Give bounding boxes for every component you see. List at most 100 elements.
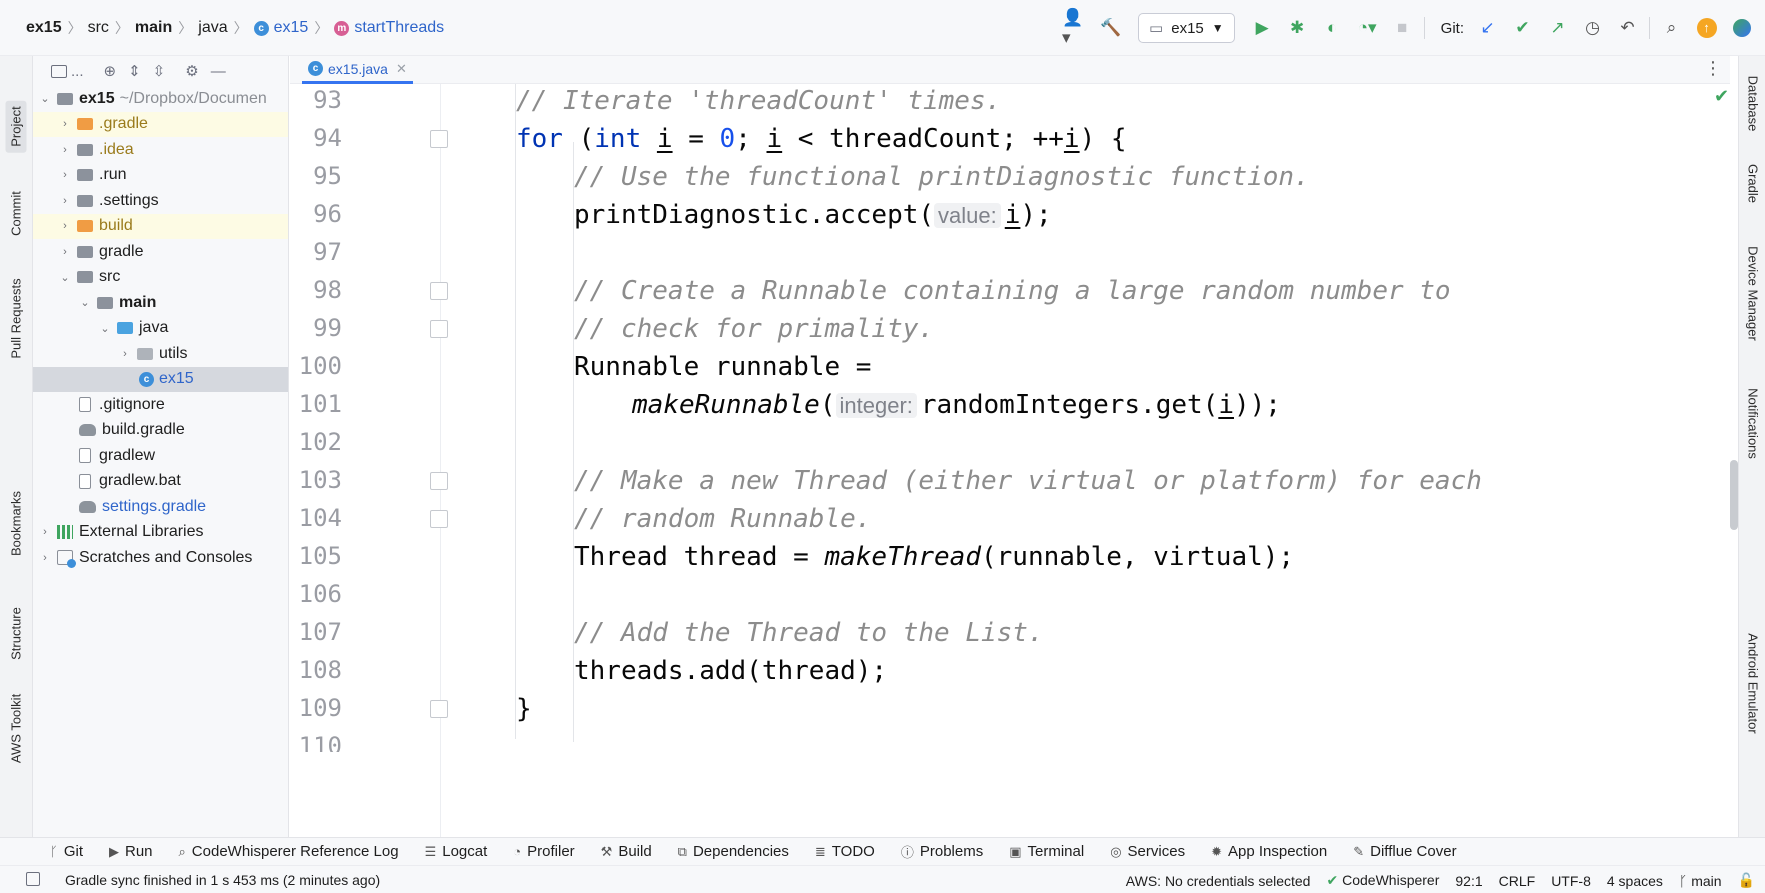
caret-position[interactable]: 92:1 [1455,873,1482,889]
tool-tab-database[interactable]: Database [1746,76,1761,132]
fold-marker-icon[interactable] [430,700,448,718]
close-icon[interactable]: ✕ [396,61,407,77]
chevron-down-icon[interactable]: ⌄ [39,92,51,105]
breadcrumb-item-class[interactable]: c ex15 [253,19,308,37]
git-push-icon[interactable]: ↗ [1544,15,1571,42]
tool-diffblue-cover[interactable]: ✎ Difflue Cover [1353,843,1456,860]
user-icon[interactable]: 👤▾ [1062,8,1089,47]
breadcrumb-item-java[interactable]: java [198,19,227,37]
chevron-right-icon[interactable]: › [59,118,71,130]
gear-icon[interactable]: ⚙ [185,62,198,80]
tree-item-settings[interactable]: › .settings [33,188,288,214]
breadcrumb-item-main[interactable]: main [135,19,172,37]
assistant-icon[interactable] [1728,15,1755,42]
tree-item-build-gradle[interactable]: build.gradle [33,418,288,444]
chevron-right-icon[interactable]: › [39,526,51,538]
tree-item-root[interactable]: ⌄ ex15 ~/Dropbox/Documen [33,86,288,112]
chevron-right-icon[interactable]: › [59,144,71,156]
breadcrumb-item-src[interactable]: src [88,19,109,37]
lock-icon[interactable]: 🔓 [1738,872,1755,889]
tool-tab-android-emulator[interactable]: Android Emulator [1746,633,1761,733]
tool-tab-commit[interactable]: Commit [9,191,24,236]
tool-tab-aws-toolkit[interactable]: AWS Toolkit [9,694,24,763]
tool-terminal[interactable]: ▣ Terminal [1009,843,1084,860]
chevron-right-icon[interactable]: › [59,220,71,232]
more-vertical-icon[interactable]: ⋮ [1704,58,1722,79]
file-encoding[interactable]: UTF-8 [1551,873,1591,889]
tool-tab-bookmarks[interactable]: Bookmarks [9,491,24,556]
build-hammer-icon[interactable]: 🔨 [1097,15,1124,42]
tree-item-src[interactable]: ⌄ src [33,265,288,291]
chevron-down-icon[interactable]: ⌄ [79,296,91,309]
tree-item-run[interactable]: › .run [33,163,288,189]
status-message[interactable]: Gradle sync finished in 1 s 453 ms (2 mi… [65,872,380,888]
update-icon[interactable]: ↑ [1693,15,1720,42]
history-icon[interactable]: ◷ [1579,15,1606,42]
run-configuration-selector[interactable]: ▭ ex15 ▼ [1138,13,1235,43]
tree-item-gradle[interactable]: › gradle [33,239,288,265]
tree-item-gradlew[interactable]: gradlew [33,443,288,469]
tool-codewhisperer-log[interactable]: ⌕ CodeWhisperer Reference Log [179,843,399,860]
tree-item-ex15-class[interactable]: c ex15 [33,366,288,392]
chevron-right-icon[interactable]: › [39,552,51,564]
aws-credentials-status[interactable]: AWS: No credentials selected [1126,873,1311,889]
debug-icon[interactable]: ✱ [1284,15,1311,42]
git-update-icon[interactable]: ↙ [1474,15,1501,42]
fold-marker-icon[interactable] [430,472,448,490]
project-view-icon[interactable] [51,64,67,78]
no-problems-check-icon[interactable]: ✔ [1714,86,1729,107]
git-branch-widget[interactable]: ᚴ main [1679,873,1722,889]
tool-tab-project[interactable]: Project [5,100,27,153]
tree-item-scratches[interactable]: › Scratches and Consoles [33,545,288,571]
git-commit-icon[interactable]: ✔ [1509,15,1536,42]
tree-item-utils[interactable]: › utils [33,341,288,367]
tool-tab-structure[interactable]: Structure [9,607,24,660]
coverage-icon[interactable]: ◐ [1319,15,1346,42]
fold-marker-icon[interactable] [430,130,448,148]
tree-item-gitignore[interactable]: .gitignore [33,392,288,418]
tool-todo[interactable]: ≣ TODO [815,843,875,860]
project-view-label[interactable]: ... [71,63,84,80]
tool-tab-gradle[interactable]: Gradle [1746,164,1761,203]
tree-item-settings-gradle[interactable]: settings.gradle [33,494,288,520]
stop-icon[interactable]: ■ [1389,15,1416,42]
tree-item-gradlew-bat[interactable]: gradlew.bat [33,469,288,495]
fold-marker-icon[interactable] [430,510,448,528]
locate-icon[interactable]: ⊕ [104,62,117,80]
tool-git[interactable]: ᚴ Git [50,843,83,860]
tool-problems[interactable]: ⓘ Problems [901,842,983,861]
tool-dependencies[interactable]: ⧉ Dependencies [678,843,789,860]
tree-item-main[interactable]: ⌄ main [33,290,288,316]
breadcrumb-item-method[interactable]: m startThreads [334,19,444,37]
tree-item-build[interactable]: › build [33,213,288,239]
line-ending[interactable]: CRLF [1499,873,1536,889]
tool-run[interactable]: ▶ Run [109,843,153,860]
breadcrumb-item-project[interactable]: ex15 [26,19,62,37]
chevron-right-icon[interactable]: › [119,348,131,360]
collapse-all-icon[interactable]: ⇳ [153,62,166,80]
tree-item-gradle-cache[interactable]: › .gradle [33,111,288,137]
editor-tab-ex15-java[interactable]: c ex15.java ✕ [302,56,413,84]
code-editor[interactable]: // Iterate 'threadCount' times. for (int… [510,84,1730,837]
tool-tab-pull-requests[interactable]: Pull Requests [9,278,24,358]
chevron-right-icon[interactable]: › [59,169,71,181]
tool-windows-toggle-icon[interactable] [26,872,40,886]
tool-logcat[interactable]: ☰ Logcat [425,843,488,860]
expand-all-icon[interactable]: ⇕ [128,62,141,80]
chevron-right-icon[interactable]: › [59,246,71,258]
editor-scrollbar[interactable] [1730,460,1738,530]
run-icon[interactable]: ▶ [1249,15,1276,42]
chevron-down-icon[interactable]: ⌄ [59,271,71,284]
chevron-down-icon[interactable]: ⌄ [99,322,111,335]
chevron-right-icon[interactable]: › [59,195,71,207]
fold-marker-icon[interactable] [430,282,448,300]
profile-icon[interactable]: ◔▾ [1354,15,1381,42]
tool-build[interactable]: ⚒ Build [601,843,652,860]
indent-setting[interactable]: 4 spaces [1607,873,1663,889]
tool-profiler[interactable]: ◔ Profiler [513,843,574,860]
tree-item-idea[interactable]: › .idea [33,137,288,163]
tree-item-external-libraries[interactable]: › External Libraries [33,520,288,546]
tree-item-java[interactable]: ⌄ java [33,316,288,342]
tool-app-inspection[interactable]: ✹ App Inspection [1211,843,1327,860]
tool-tab-device-manager[interactable]: Device Manager [1746,246,1761,341]
